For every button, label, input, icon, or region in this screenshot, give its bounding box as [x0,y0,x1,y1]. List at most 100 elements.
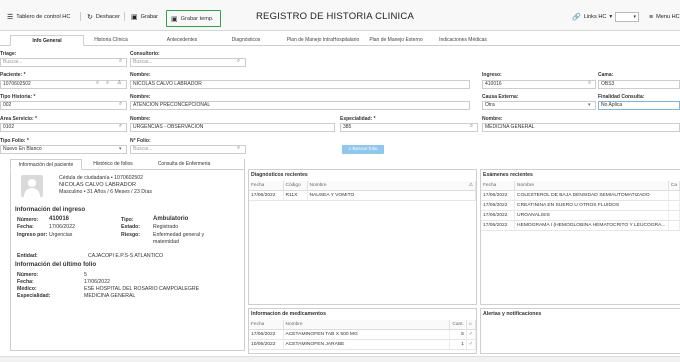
triage-input[interactable]: Buscar... [0,58,127,67]
menu-button[interactable]: ≡ Menu HC [649,10,680,24]
estado-value: Registrado [153,224,179,230]
tab-indicaciones-medicas[interactable]: Indicaciones Médicas [431,35,495,46]
ingreso-label: Ingreso: [482,72,502,78]
paciente-label: Paciente: * [0,72,26,78]
patient-name: NICOLAS CALVO LABRADOR [59,182,136,188]
column-header[interactable]: Ca [668,181,680,191]
diagnosticos-table: Fecha Código Nombre ⚠ 17/06/2022 R11X NAU… [249,181,476,201]
column-header[interactable]: Fecha [481,181,516,191]
check-icon: ✓ [466,339,477,350]
column-header[interactable]: Código [283,181,308,191]
search-icon[interactable]: ⌕ [470,123,473,130]
warning-icon: ⚠ [468,182,473,188]
column-header[interactable]: Nombre ⚠ [307,181,476,191]
table-row[interactable]: 10/06/2022 ACETAMINOFEN JARABE 1 ✓ [249,339,477,350]
num-folio-label: N° Folio: [130,138,151,144]
column-header[interactable]: Cant. [449,320,467,330]
consultorio-input[interactable]: Buscar... [130,58,246,67]
patient-subtabs: Información del paciente Histórico de fo… [10,159,245,170]
ingreso-input[interactable]: 410016 [482,80,596,89]
dashboard-button[interactable]: ☰ Tablero de control HC [7,10,70,24]
column-header[interactable]: Nombre [283,320,451,330]
tab-historia-clinica[interactable]: Historia Clínica [86,35,136,46]
folio-especialidad-label: Especialidad: [17,293,51,299]
nombre-paciente-input[interactable]: NICOLAS CALVO LABRADOR [130,80,470,89]
tipo-historia-input[interactable]: 002 [0,101,127,110]
search-icon[interactable]: ⌕ [588,80,591,87]
ingreso-por-value: Urgencias [49,232,73,238]
link-icon: 🔗 [572,13,581,21]
search-icon[interactable]: ⌕ [96,80,99,87]
tab-antecedentes[interactable]: Antecedentes [156,35,208,46]
nombre-area-label: Nombre: [130,116,151,122]
chevron-down-icon: ▾ [588,102,591,108]
search-icon[interactable]: ⌕ [237,145,240,152]
causa-externa-label: Causa Externa: [482,94,519,100]
hamburger-icon: ≡ [649,13,654,21]
undo-button[interactable]: ↻ Deshacer [87,10,120,24]
search-icon[interactable]: ⌕ [106,80,109,87]
table-row[interactable]: 17/06/2022 HEMOGRAMA I (HEMOGLOBINA HEMAT… [481,220,680,231]
tab-plan-intrahospitalario[interactable]: Plan de Manejo IntraHospitalario [279,35,367,46]
numero-value: 410016 [49,216,70,222]
column-header[interactable]: ⌂ [466,320,477,330]
folio-section-title: Información del último folio [15,261,97,268]
search-icon[interactable]: ⌕ [119,123,122,130]
tipo-label: Tipo: [121,217,134,223]
ingreso-por-label: Ingreso por: [17,232,48,238]
save-button[interactable]: ▣ Grabar [131,10,158,24]
diagnosticos-title: Diagnósticos recientes [251,172,308,178]
column-header[interactable]: Nombre [514,181,669,191]
cama-input[interactable]: OBS3 [598,80,680,89]
nombre-historia-label: Nombre: [130,94,151,100]
column-header[interactable]: Fecha [249,320,284,330]
search-icon[interactable]: ⌕ [119,58,122,65]
table-row[interactable]: 17/06/2022 UROANALISIS [481,210,680,221]
folio-fecha-value: 17/06/2022 [84,279,110,285]
riesgo-value: Enfermedad general y maternidad [153,232,205,245]
fecha-label: Fecha: [17,224,34,230]
area-servicio-input[interactable]: 0102 [0,123,127,132]
entidad-label: Entidad: [17,253,38,259]
patient-id-line: Cédula de ciudadanía • 1070602502 [59,175,144,181]
folio-especialidad-value: MEDICINA GENERAL [84,293,136,299]
tab-patient-info[interactable]: Información del paciente [10,159,82,170]
tipo-folio-label: Tipo Folio: * [0,138,29,144]
tab-plan-externo[interactable]: Plan de Manejo Externo [364,35,428,46]
tab-nursing-consult[interactable]: Consulta de Enfermeria [145,159,223,170]
search-folio-button[interactable]: ⌕ Buscar folio [342,145,384,154]
causa-externa-select[interactable]: Otra [482,101,596,110]
tipo-folio-select[interactable]: Nuevo En Blanco [0,145,127,154]
consultorio-label: Consultorio: [130,51,160,57]
page-title: REGISTRO DE HISTORIA CLINICA [256,11,414,22]
nombre-especialidad-input[interactable]: MEDICINA GENERAL [482,123,680,132]
num-folio-input[interactable]: Buscar... [130,145,246,154]
numero-label: Número: [17,217,39,223]
nombre-paciente-label: Nombre: [130,72,151,78]
nombre-historia-input[interactable]: ATENCION PRECONCEPCIONAL [130,101,470,110]
links-select[interactable]: ▾ [615,12,639,22]
save-icon: ▣ [171,15,178,23]
avatar [21,175,43,197]
search-icon[interactable]: ⌕ [237,58,240,65]
nombre-area-input[interactable]: URGENCIAS - OBSERVACION [130,123,335,132]
tab-diagnosticos[interactable]: Diagnósticos [222,35,270,46]
table-row[interactable]: 17/06/2022 ACETAMINOFEN TAB X 500 MG 5 ✓ [249,329,477,340]
finalidad-label: Finalidad Consulta: [598,94,645,100]
table-row[interactable]: 17/06/2022 R11X NAUSEA Y VOMITO [249,190,476,201]
especialidad-label: Especialidad: * [340,116,376,122]
table-row[interactable]: 17/06/2022 CREATININA EN SUERO U OTROS FL… [481,200,680,211]
links-dropdown[interactable]: 🔗 Links HC ▾ [572,10,612,24]
medico-value: ESE HOSPITAL DEL ROSARIO CAMPOALEGRE [84,286,200,292]
check-icon: ✓ [466,329,477,340]
tab-info-general[interactable]: Info General [10,35,84,46]
especialidad-input[interactable]: 385 [340,123,478,132]
column-header[interactable]: Fecha [249,181,284,191]
finalidad-select[interactable]: No Aplica [598,101,680,110]
user-icon[interactable]: ♙ [117,80,122,87]
home-icon: ⌂ [468,321,472,327]
folio-fecha-label: Fecha: [17,279,34,285]
search-icon[interactable]: ⌕ [119,101,122,108]
tab-folio-history[interactable]: Histórico de folios [84,159,142,170]
table-row[interactable]: 17/06/2022 COLESTEROL DE BAJA DENSIDAD SE… [481,190,680,201]
